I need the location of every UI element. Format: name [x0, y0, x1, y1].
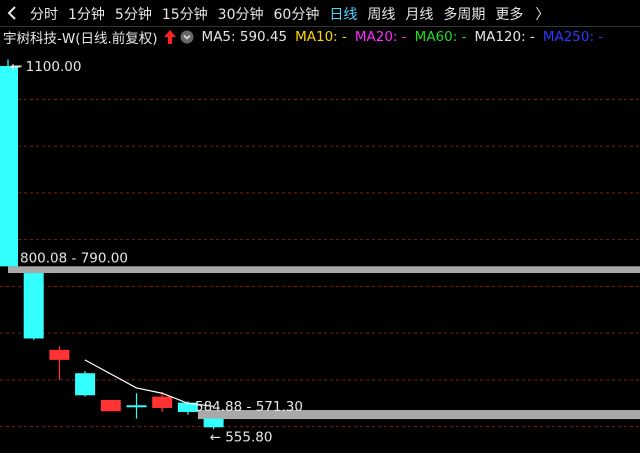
candle-body-5 [126, 405, 147, 408]
more-chevron-icon[interactable]: 〉 [535, 4, 549, 24]
candle-8[interactable] [203, 418, 224, 430]
period-tabs: 分时 1分钟 5分钟 15分钟 30分钟 60分钟 日线 周线 月线 多周期 更多〉 [30, 0, 549, 27]
high-price-label: ← 1100.00 [10, 59, 81, 75]
tab-4[interactable]: 30分钟 [218, 4, 264, 24]
up-arrow-icon [163, 30, 176, 44]
candle-body-0 [0, 66, 18, 267]
tab-10[interactable]: 更多 [495, 4, 523, 24]
ma10-value: MA10: - [295, 29, 347, 45]
ma20-value: MA20: - [354, 29, 407, 45]
candle-body-2 [49, 349, 70, 360]
tab-6[interactable]: 日线 [329, 4, 357, 24]
kline-chart[interactable]: ← 1100.00 800.08 - 790.00 584.88 - 571.30 ←… [0, 0, 640, 453]
tab-2[interactable]: 5分钟 [115, 4, 152, 24]
candle-0[interactable] [0, 59, 18, 267]
candle-6[interactable] [152, 391, 173, 412]
ma60-value: MA60: - [414, 29, 467, 45]
gap-band-label-1: 584.88 - 571.30 [195, 399, 303, 415]
candle-body-3 [75, 373, 96, 396]
gap-bands [8, 266, 640, 420]
candle-body-6 [152, 396, 173, 408]
candle-body-1 [23, 273, 44, 339]
tab-5[interactable]: 60分钟 [274, 4, 320, 24]
candle-body-4 [100, 399, 121, 412]
dropdown-icon[interactable] [180, 30, 194, 44]
candle-1[interactable] [23, 273, 44, 340]
period-toolbar: 分时 1分钟 5分钟 15分钟 30分钟 60分钟 日线 周线 月线 多周期 更多〉 [0, 0, 640, 27]
price-labels: ← 1100.00 800.08 - 790.00 584.88 - 571.30 ←… [10, 59, 303, 445]
ma250-value: MA250: - [542, 29, 604, 45]
gap-band-0 [8, 266, 640, 274]
candles[interactable] [0, 59, 224, 430]
ma5-value: MA5: 590.45 [201, 29, 288, 45]
tab-1[interactable]: 1分钟 [68, 4, 105, 24]
candle-5[interactable] [126, 393, 147, 419]
tab-8[interactable]: 月线 [405, 4, 433, 24]
back-icon[interactable] [4, 5, 20, 21]
tab-7[interactable]: 周线 [367, 4, 395, 24]
ma120-value: MA120: - [474, 29, 535, 45]
candle-2[interactable] [49, 346, 70, 380]
gap-band-label-0: 800.08 - 790.00 [20, 250, 128, 266]
candle-3[interactable] [75, 371, 96, 397]
low-price-label: ← 555.80 [210, 429, 273, 445]
candle-body-8 [203, 418, 224, 428]
tab-9[interactable]: 多周期 [443, 4, 485, 24]
candle-4[interactable] [100, 399, 121, 412]
stock-title[interactable]: 宇树科技-W(日线.前复权) [3, 27, 158, 47]
tab-0[interactable]: 分时 [30, 4, 58, 24]
tab-3[interactable]: 15分钟 [162, 4, 208, 24]
chart-legend: 宇树科技-W(日线.前复权) MA5: 590.45 MA10: - MA20:… [0, 27, 640, 47]
